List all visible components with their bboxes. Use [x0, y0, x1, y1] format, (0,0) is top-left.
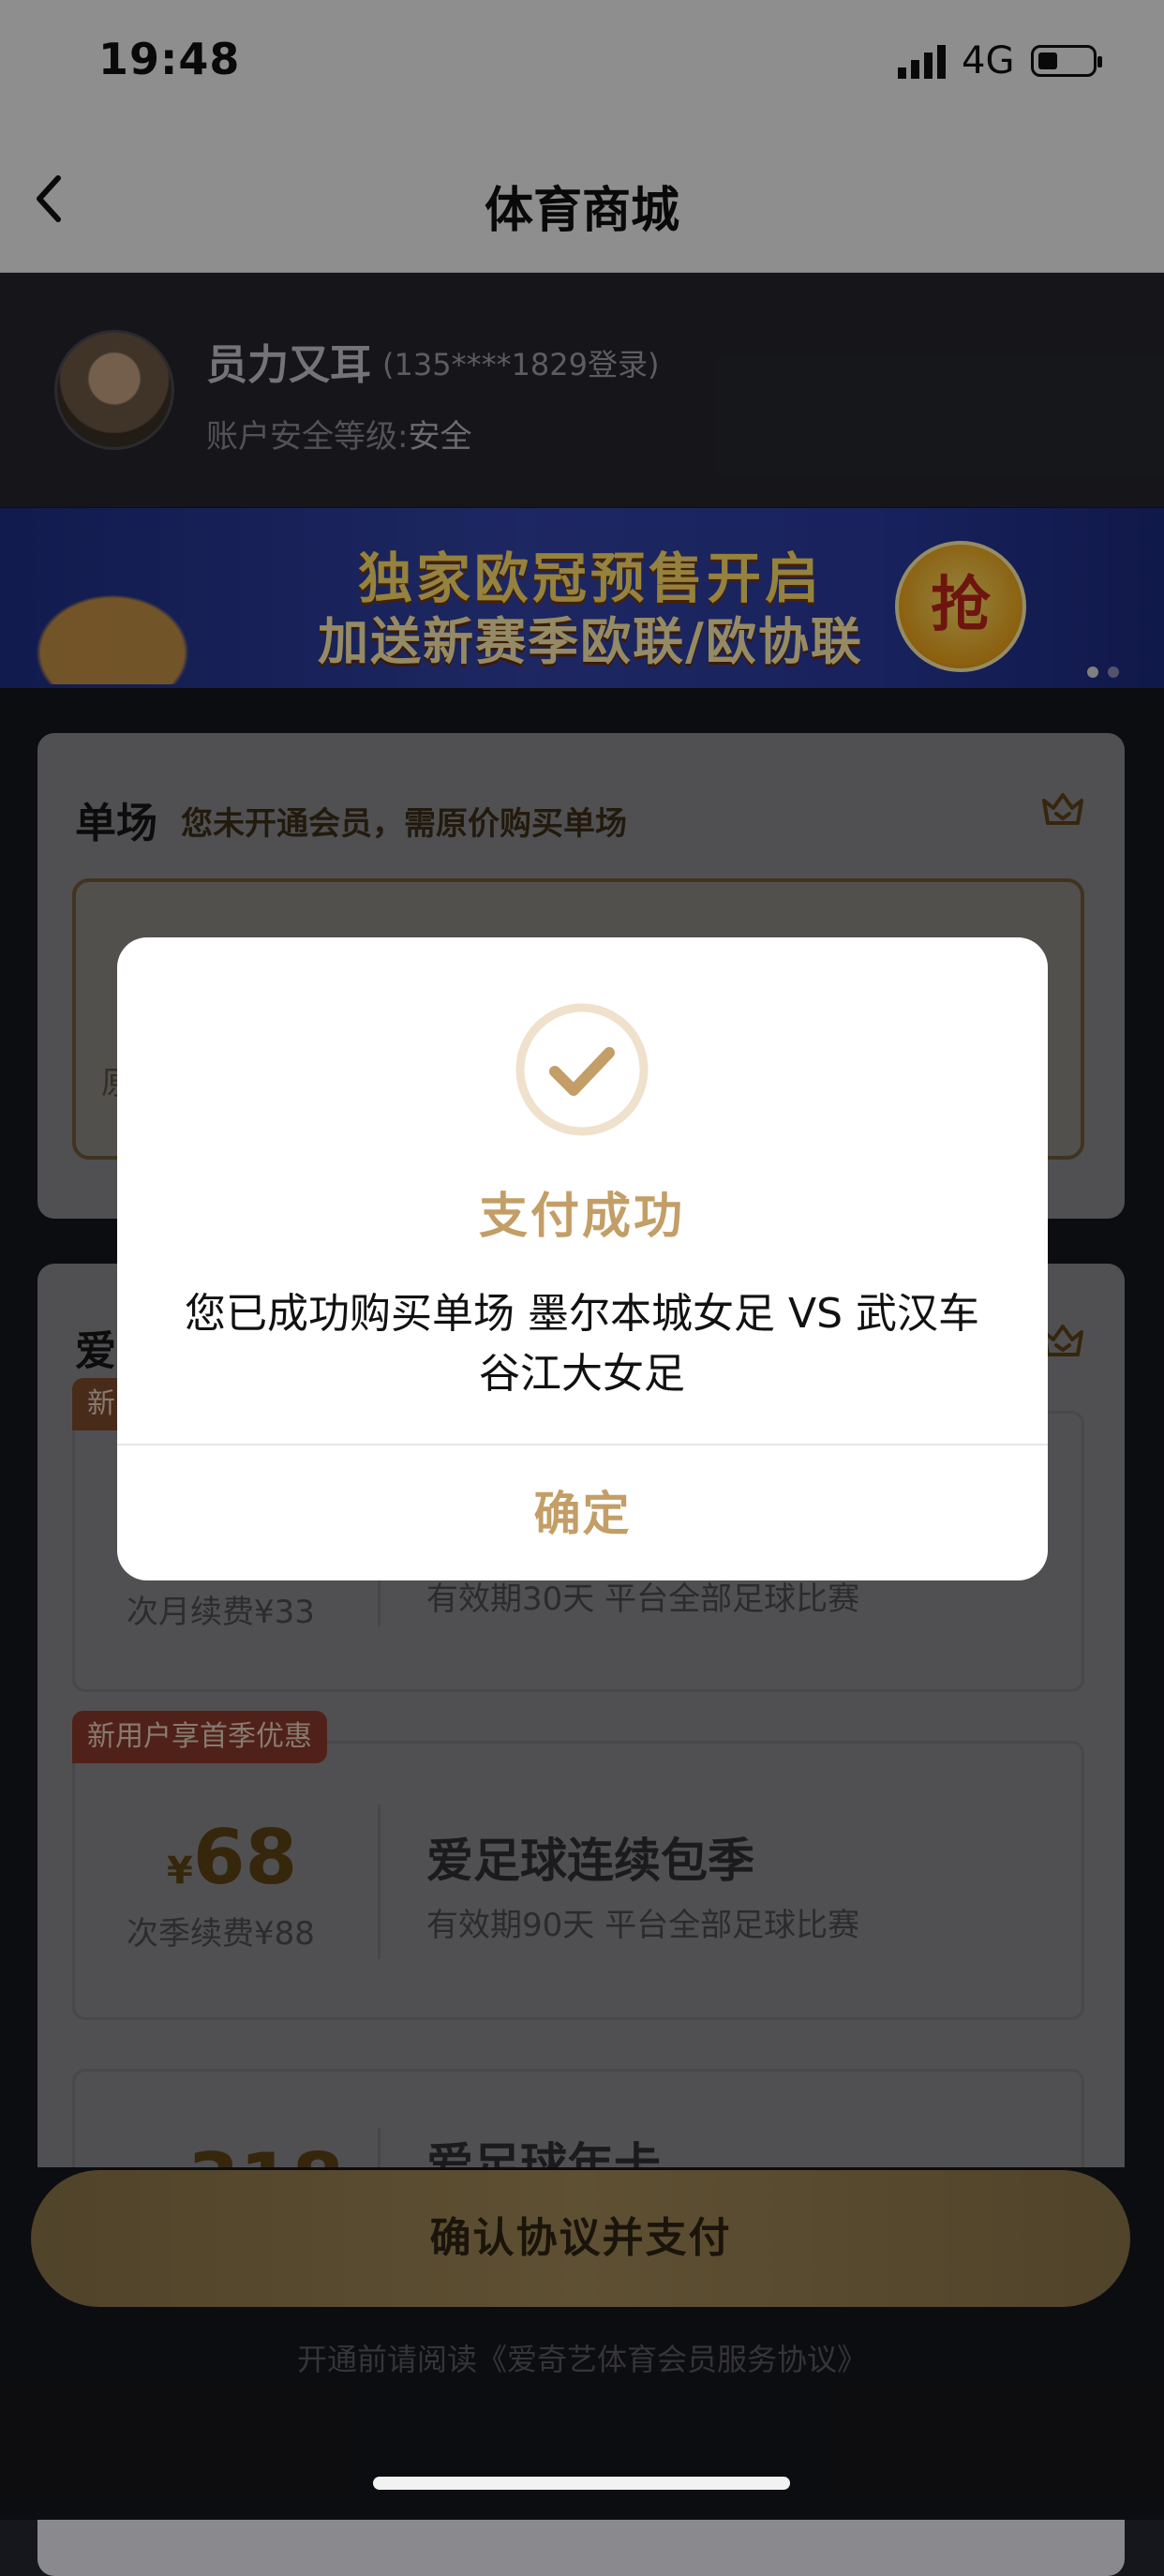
dialog-title: 支付成功 [478, 1189, 685, 1245]
dialog-confirm-button[interactable]: 确定 [117, 1447, 1048, 1580]
check-circle-icon [515, 1003, 649, 1136]
dialog-message: 您已成功购买单场 墨尔本城女足 VS 武汉车谷江大女足 [185, 1290, 979, 1398]
home-indicator[interactable] [373, 2477, 790, 2490]
dialog-divider [117, 1444, 1048, 1445]
